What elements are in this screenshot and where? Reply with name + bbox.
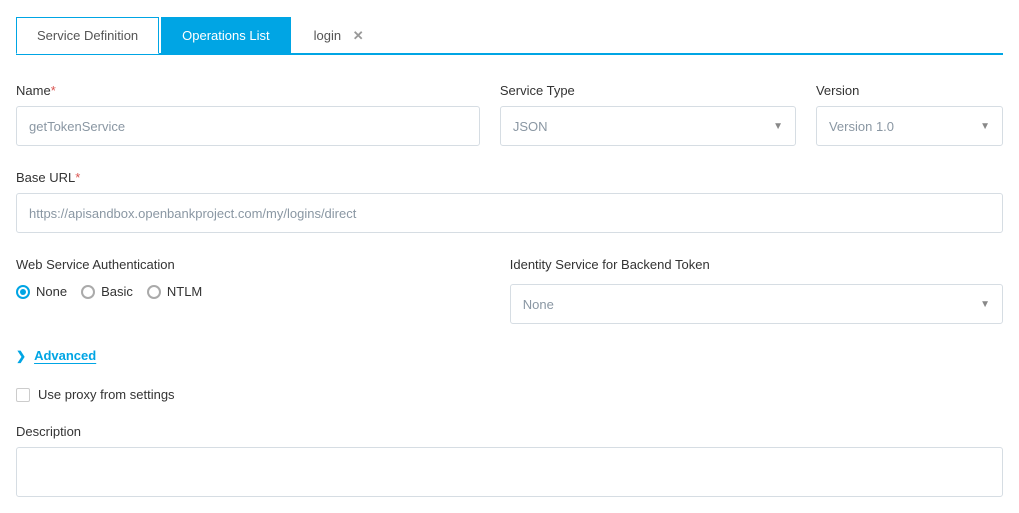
service-type-select[interactable]: JSON ▼ <box>500 106 796 146</box>
name-label: Name* <box>16 83 480 98</box>
tab-label: Service Definition <box>37 28 138 43</box>
radio-label: Basic <box>101 284 133 299</box>
auth-label: Web Service Authentication <box>16 257 490 272</box>
tab-label: login <box>314 28 341 43</box>
version-value: Version 1.0 <box>829 119 894 134</box>
chevron-right-icon: ❯ <box>16 349 26 363</box>
base-url-label: Base URL* <box>16 170 1003 185</box>
version-label: Version <box>816 83 1003 98</box>
tab-label: Operations List <box>182 28 269 43</box>
service-type-value: JSON <box>513 119 548 134</box>
identity-select[interactable]: None ▼ <box>510 284 1003 324</box>
caret-down-icon: ▼ <box>773 121 783 132</box>
tab-operations-list[interactable]: Operations List <box>161 17 290 54</box>
version-select[interactable]: Version 1.0 ▼ <box>816 106 1003 146</box>
tab-login[interactable]: login ✕ <box>293 17 385 54</box>
auth-radio-ntlm[interactable]: NTLM <box>147 284 202 299</box>
close-icon[interactable]: ✕ <box>353 28 364 43</box>
identity-value: None <box>523 297 554 312</box>
caret-down-icon: ▼ <box>980 121 990 132</box>
tab-service-definition[interactable]: Service Definition <box>16 17 159 54</box>
caret-down-icon: ▼ <box>980 299 990 310</box>
advanced-toggle[interactable]: ❯ Advanced <box>16 348 1003 363</box>
description-label: Description <box>16 424 1003 439</box>
auth-radio-basic[interactable]: Basic <box>81 284 133 299</box>
radio-label: None <box>36 284 67 299</box>
description-textarea[interactable] <box>16 447 1003 497</box>
auth-radio-group: None Basic NTLM <box>16 284 490 299</box>
advanced-label: Advanced <box>34 348 96 363</box>
service-type-label: Service Type <box>500 83 796 98</box>
identity-label: Identity Service for Backend Token <box>510 257 1003 272</box>
radio-label: NTLM <box>167 284 202 299</box>
name-input[interactable] <box>16 106 480 146</box>
proxy-checkbox[interactable] <box>16 388 30 402</box>
base-url-input[interactable] <box>16 193 1003 233</box>
tab-bar: Service Definition Operations List login… <box>16 16 1003 55</box>
proxy-label: Use proxy from settings <box>38 387 175 402</box>
auth-radio-none[interactable]: None <box>16 284 67 299</box>
